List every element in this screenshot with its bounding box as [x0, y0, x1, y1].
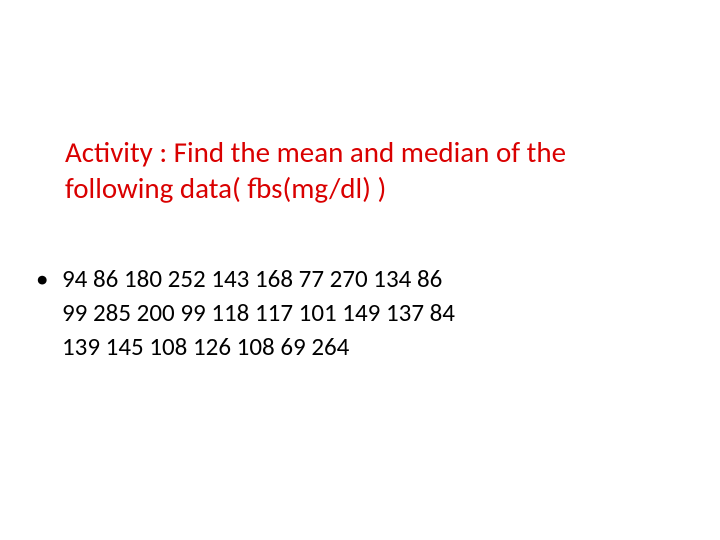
- data-line-2: 99 285 200 99 118 117 101 149 137 84: [32, 296, 672, 330]
- bullet-item: • 94 86 180 252 143 168 77 270 134 86: [32, 262, 672, 296]
- slide-title: Activity : Find the mean and median of t…: [65, 134, 660, 207]
- data-line-3: 139 145 108 126 108 69 264: [32, 330, 672, 364]
- slide-body: • 94 86 180 252 143 168 77 270 134 86 99…: [32, 262, 672, 363]
- bullet-glyph: •: [32, 262, 62, 296]
- data-line-1: 94 86 180 252 143 168 77 270 134 86: [62, 262, 672, 296]
- slide: Activity : Find the mean and median of t…: [0, 0, 720, 540]
